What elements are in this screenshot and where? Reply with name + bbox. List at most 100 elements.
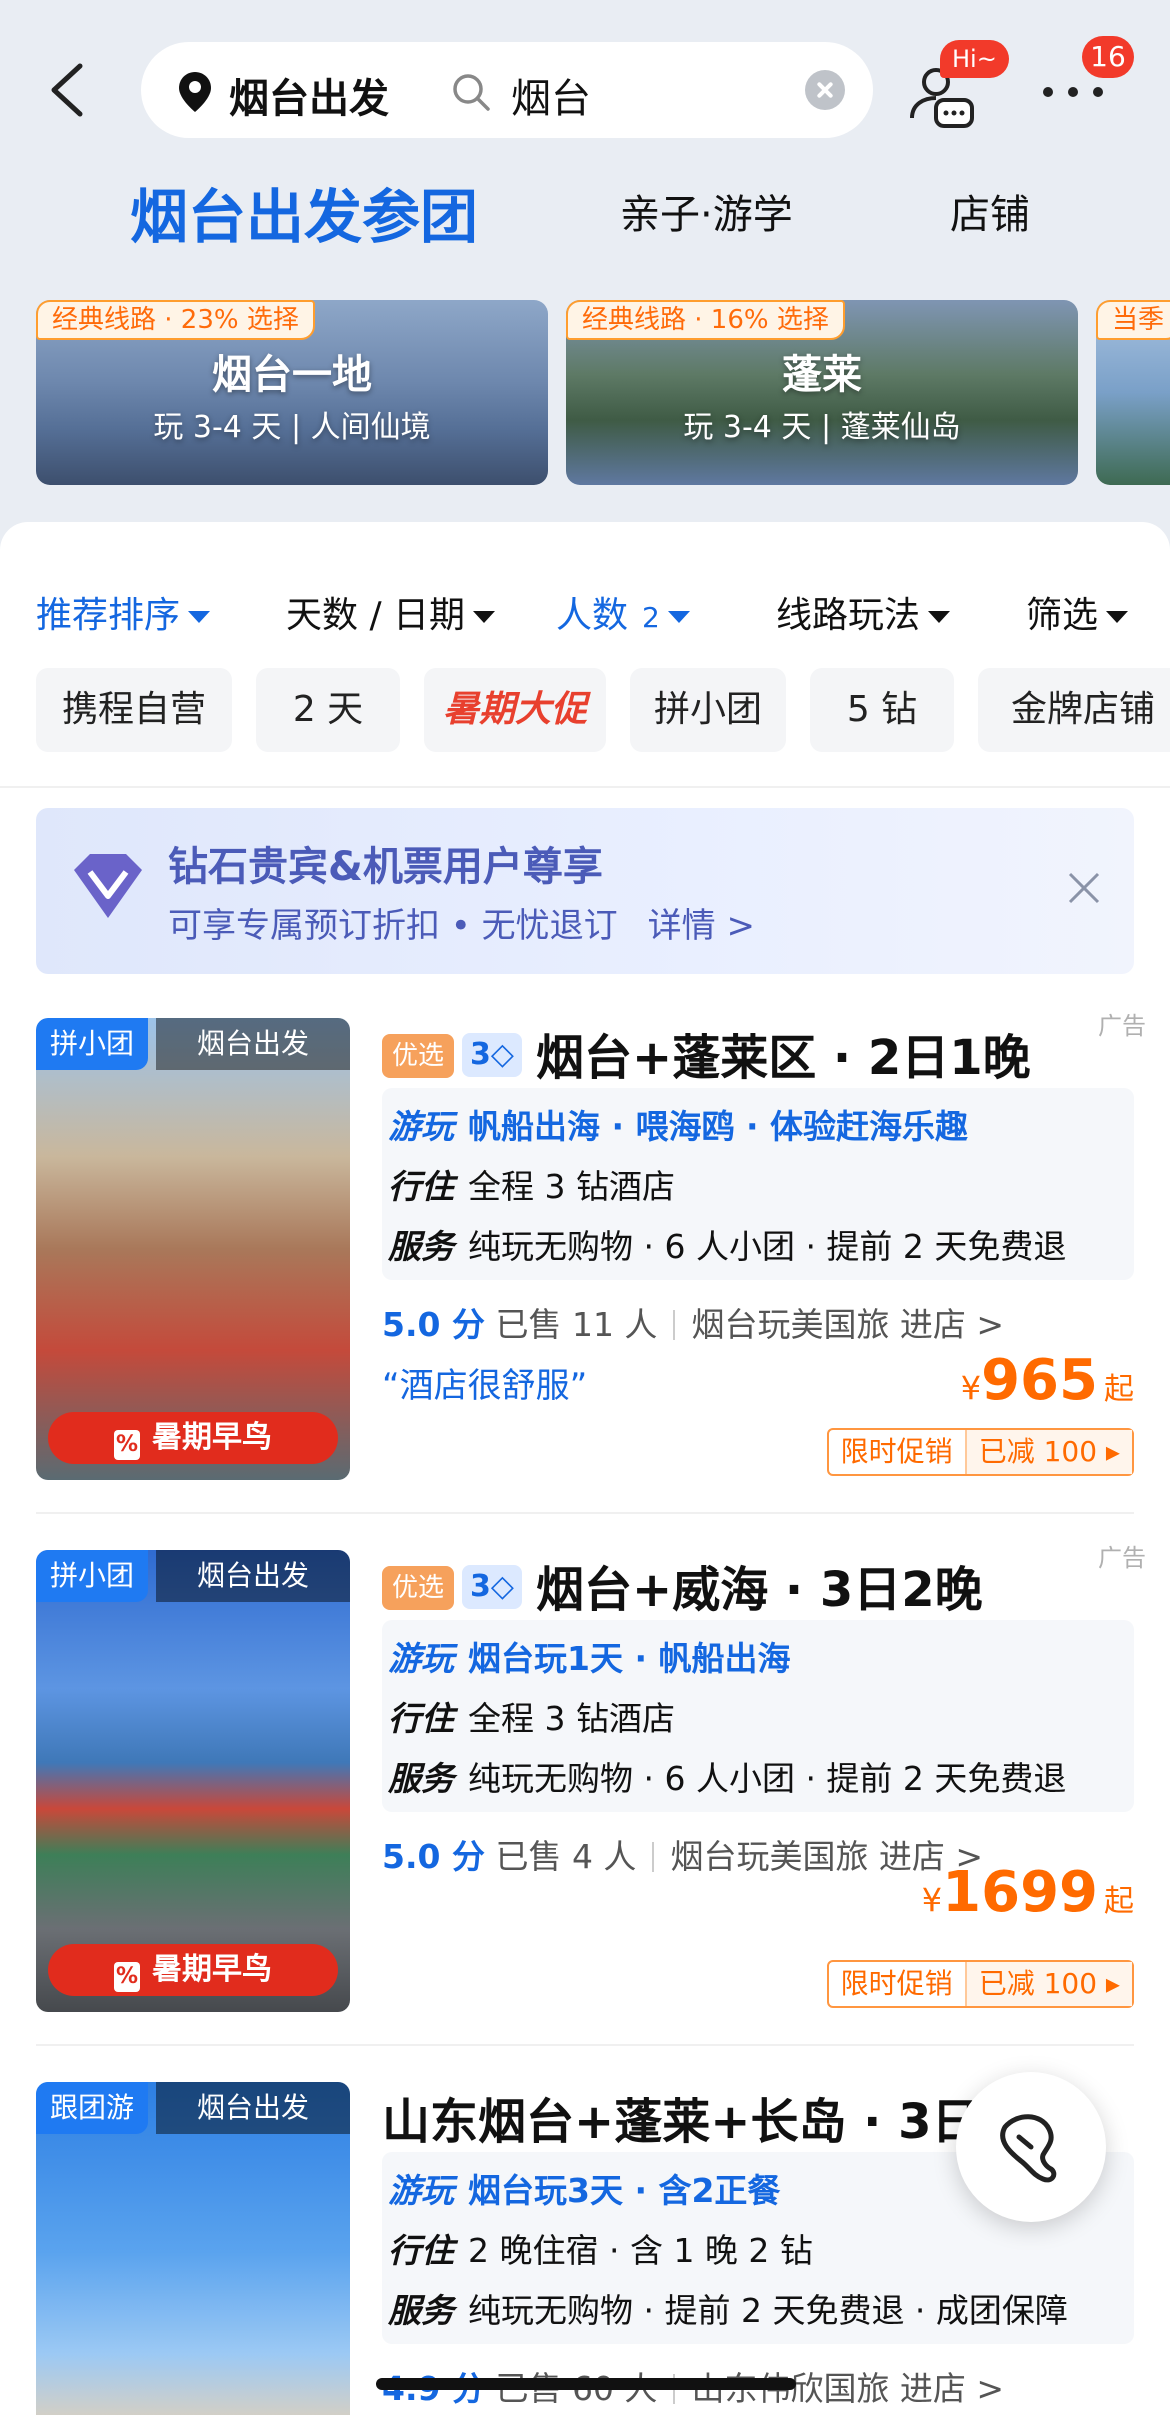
banner-subtitle: 可享专属预订折扣 • 无忧退订 详情 >: [168, 898, 755, 947]
chip-2-days[interactable]: 2 天: [256, 668, 400, 752]
shop-link[interactable]: 烟台玩美国旅 进店 >: [691, 1305, 1004, 1344]
search-query[interactable]: 烟台: [511, 66, 591, 124]
departure-city[interactable]: 烟台出发: [229, 66, 389, 124]
product-highlights: 游玩 烟台玩1天 · 帆船出海 行住 全程 3 钻酒店 服务 纯玩无购物 · 6 人小…: [382, 1620, 1134, 1812]
vip-banner[interactable]: 钻石贵宾&机票用户尊享 可享专属预订折扣 • 无忧退订 详情 >: [36, 808, 1134, 974]
product-image[interactable]: 拼小团 烟台出发 % 暑期早鸟: [36, 1550, 350, 2012]
product-stats: 5.0 分 已售 11 人烟台玩美国旅 进店 >: [382, 1298, 1004, 1346]
dropdown-arrow-icon: [667, 611, 690, 623]
diamond-level: 3: [470, 1569, 491, 1604]
destination-tag: 经典线路 · 16% 选择: [566, 300, 845, 340]
product-title: 烟台+威海 · 3日2晚: [535, 1562, 983, 1618]
dropdown-arrow-icon: [1106, 611, 1129, 623]
highlight-value: 纯玩无购物 · 6 人小团 · 提前 2 天免费退: [468, 1227, 1067, 1266]
filter-people[interactable]: 人数 2: [556, 586, 690, 638]
highlight-key: 服务: [388, 1227, 454, 1266]
ad-label: 广告: [1098, 1012, 1146, 1040]
diamond-level-badge: 3◇: [462, 1033, 522, 1077]
destination-card-yantai[interactable]: 经典线路 · 23% 选择 烟台一地 玩 3-4 天 | 人间仙境: [36, 300, 548, 485]
filter-sort[interactable]: 推荐排序: [36, 586, 211, 638]
rating: 5.0 分: [382, 1305, 485, 1344]
product-type-tag: 拼小团: [36, 1018, 149, 1070]
price-value: 965: [981, 1348, 1098, 1413]
highlight-stay: 行住 全程 3 钻酒店: [388, 1692, 675, 1740]
tab-family-study[interactable]: 亲子·游学: [620, 182, 793, 240]
divider: [36, 2044, 1134, 2046]
product-image[interactable]: 跟团游 烟台出发: [36, 2082, 350, 2415]
promo-tag: 限时促销 已减 100 ▸: [826, 1428, 1134, 1476]
filter-days-date[interactable]: 天数 / 日期: [286, 586, 496, 638]
highlight-value: 烟台玩3天 · 含2正餐: [468, 2171, 781, 2210]
filter-route-type[interactable]: 线路玩法: [776, 586, 951, 638]
destination-tag: 当季: [1096, 300, 1170, 340]
highlight-stay: 行住 全程 3 钻酒店: [388, 1160, 675, 1208]
destination-tag: 经典线路 · 23% 选择: [36, 300, 315, 340]
diamond-icon: [74, 854, 142, 918]
diamond-level-badge: 3◇: [462, 1565, 522, 1609]
filter-more[interactable]: 筛选: [1026, 586, 1129, 638]
header-area: 烟台出发 烟台 Hi~ 16 烟台出发参团 亲子·游学 店铺 经典线路 · 23…: [0, 0, 1170, 540]
assistant-icon: [1000, 2114, 1057, 2183]
promo-discount: 已减 100 ▸: [964, 1962, 1132, 2006]
destination-card-penglai[interactable]: 经典线路 · 16% 选择 蓬莱 玩 3-4 天 | 蓬莱仙岛: [566, 300, 1078, 485]
more-icon[interactable]: [1038, 72, 1108, 112]
destination-name: 蓬莱: [782, 352, 862, 398]
chip-summer-sale[interactable]: 暑期大促: [424, 668, 606, 752]
product-title: 山东烟台+蓬莱+长岛 · 3日2: [382, 2094, 1013, 2150]
promo-label: 限时促销: [840, 1967, 953, 2000]
currency-symbol: ¥: [960, 1369, 982, 1407]
back-arrow-icon[interactable]: [40, 60, 100, 120]
promo-discount: 已减 100 ▸: [964, 1430, 1132, 1474]
product-departure-tag: 烟台出发: [156, 1550, 350, 1602]
filter-label: 线路玩法: [776, 595, 921, 636]
destination-card-season[interactable]: 当季: [1096, 300, 1170, 485]
filter-label: 筛选: [1026, 595, 1099, 636]
product-departure-tag: 烟台出发: [156, 2082, 350, 2134]
promo-tag: 限时促销 已减 100 ▸: [826, 1960, 1134, 2008]
highlight-key: 行住: [388, 1167, 454, 1206]
dropdown-arrow-icon: [928, 611, 951, 623]
product-card[interactable]: 拼小团 烟台出发 % 暑期早鸟 广告 优选 3◇ 烟台+蓬莱区 · 2日1晚 游玩 帆船…: [0, 1012, 1170, 1498]
product-image[interactable]: 拼小团 烟台出发 % 暑期早鸟: [36, 1018, 350, 1480]
destination-sub: 玩 3-4 天 | 蓬莱仙岛: [683, 410, 961, 445]
home-indicator: [376, 2378, 796, 2390]
early-bird-text: 暑期早鸟: [152, 1420, 272, 1455]
product-title: 烟台+蓬莱区 · 2日1晚: [535, 1030, 1031, 1086]
banner-detail-link[interactable]: 详情 >: [648, 906, 755, 946]
search-bar[interactable]: 烟台出发 烟台: [141, 42, 873, 138]
chip-ctrip-self[interactable]: 携程自营: [36, 668, 232, 752]
review-quote: “酒店很舒服”: [382, 1366, 588, 1406]
highlight-key: 游玩: [388, 1107, 454, 1146]
price-unit: 起: [1104, 1372, 1134, 1407]
product-stats: 5.0 分 已售 4 人烟台玩美国旅 进店 >: [382, 1830, 983, 1878]
destination-sub: 玩 3-4 天 | 人间仙境: [153, 410, 431, 445]
search-icon: [453, 74, 490, 111]
highlight-value: 2 晚住宿 · 含 1 晚 2 钻: [468, 2231, 813, 2270]
product-photo: [36, 1550, 350, 2012]
filter-bar: 推荐排序 天数 / 日期 人数 2 线路玩法 筛选: [0, 574, 1170, 644]
product-price: ¥1699 起: [922, 1860, 1134, 1925]
tab-shops[interactable]: 店铺: [950, 182, 1030, 240]
price-unit: 起: [1104, 1884, 1134, 1919]
banner-subtitle-text: 可享专属预订折扣 • 无忧退订: [168, 906, 618, 946]
divider: [0, 786, 1170, 788]
assistant-button[interactable]: [956, 2072, 1106, 2222]
highlight-value: 全程 3 钻酒店: [468, 1167, 675, 1206]
destination-name: 烟台一地: [212, 352, 372, 398]
chip-5-diamond[interactable]: 5 钻: [810, 668, 954, 752]
product-card[interactable]: 拼小团 烟台出发 % 暑期早鸟 广告 优选 3◇ 烟台+威海 · 3日2晚 游玩 烟台玩…: [0, 1544, 1170, 2030]
clear-search-icon[interactable]: [805, 70, 845, 110]
chip-gold-shop[interactable]: 金牌店铺: [978, 668, 1170, 752]
highlight-play: 游玩 烟台玩1天 · 帆船出海: [388, 1632, 790, 1680]
product-type-tag: 拼小团: [36, 1550, 149, 1602]
close-icon[interactable]: [1064, 868, 1104, 908]
chip-small-group[interactable]: 拼小团: [630, 668, 786, 752]
highlight-play: 游玩 帆船出海 · 喂海鸥 · 体验赶海乐趣: [388, 1100, 968, 1148]
early-bird-badge: % 暑期早鸟: [48, 1944, 338, 1996]
dropdown-arrow-icon: [473, 611, 496, 623]
tab-yantai-group[interactable]: 烟台出发参团: [130, 170, 479, 254]
message-count-badge: 16: [1082, 36, 1134, 78]
highlight-key: 服务: [388, 1759, 454, 1798]
quick-filter-chips: 携程自营 2 天 暑期大促 拼小团 5 钻 金牌店铺: [0, 668, 1170, 752]
highlight-key: 游玩: [388, 1639, 454, 1678]
